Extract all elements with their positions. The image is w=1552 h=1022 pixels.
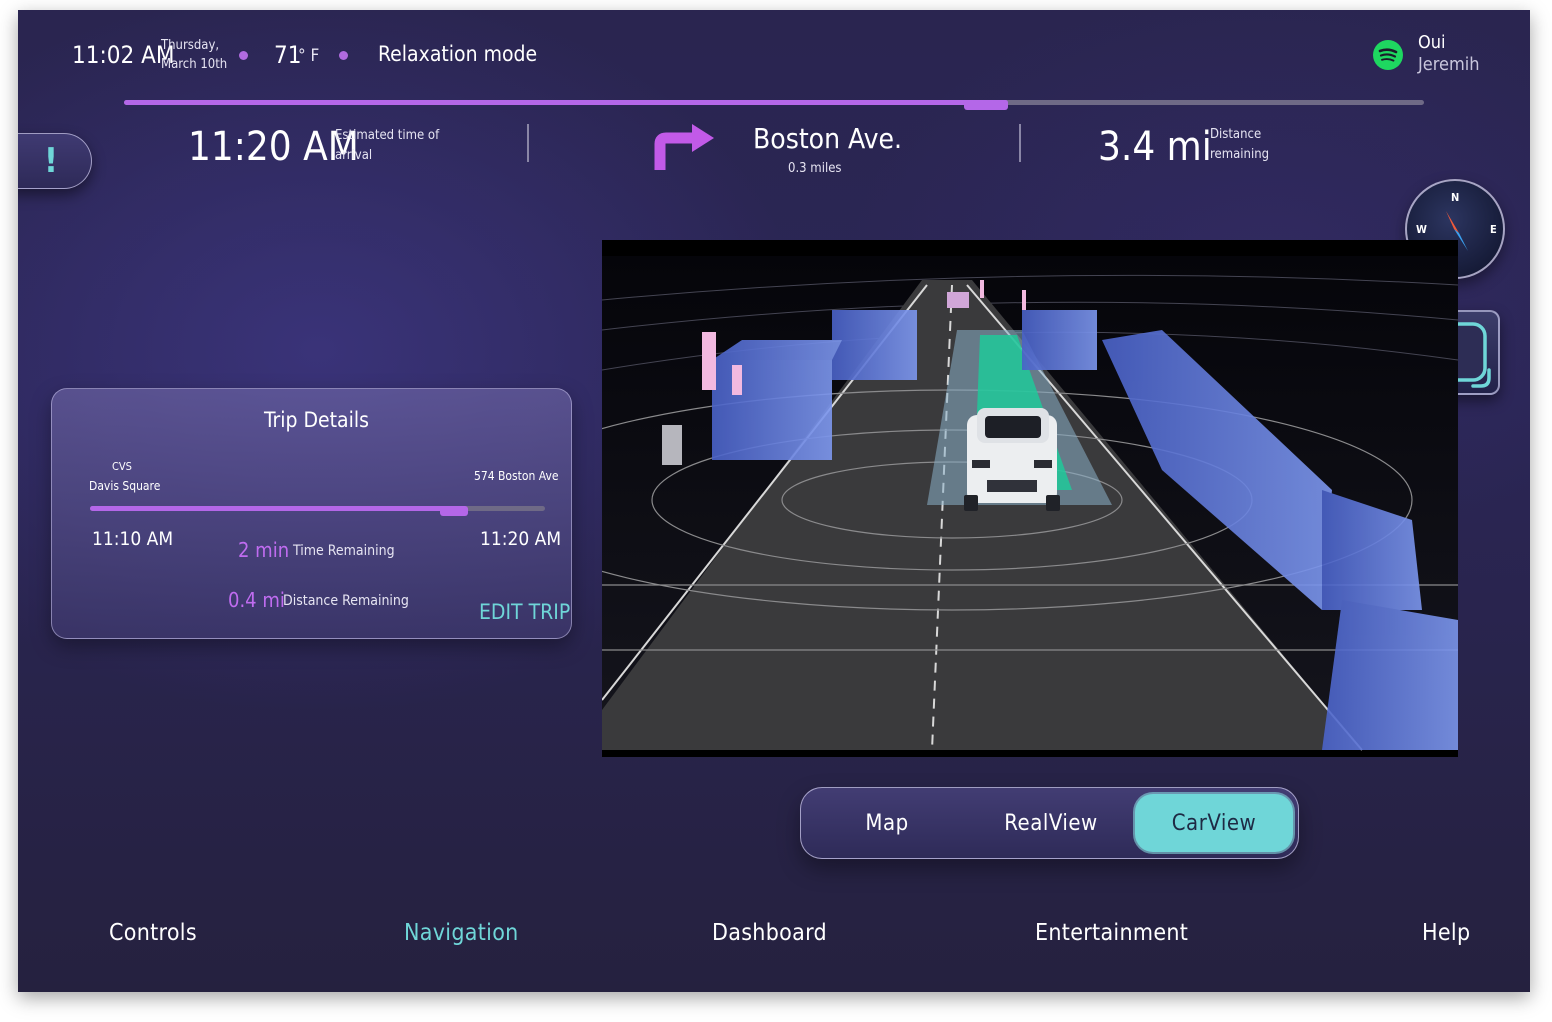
separator-dot (339, 51, 348, 60)
compass-east: E (1490, 223, 1497, 236)
temperature-unit: ° F (298, 46, 320, 66)
track-title[interactable]: Oui (1418, 34, 1446, 52)
trip-progress-knob[interactable] (440, 506, 468, 516)
carview-display[interactable] (602, 240, 1458, 757)
edit-trip-button[interactable]: EDIT TRIP (479, 602, 570, 623)
nav-dashboard[interactable]: Dashboard (712, 922, 827, 945)
nav-entertainment[interactable]: Entertainment (1035, 922, 1188, 945)
time-remaining-value: 2 min (238, 538, 290, 562)
track-artist[interactable]: Jeremih (1418, 56, 1480, 74)
route-progress-fill (124, 100, 1008, 105)
day-label: Thursday, (161, 38, 220, 53)
nav-navigation[interactable]: Navigation (404, 922, 519, 945)
compass-north: N (1451, 191, 1460, 204)
view-mode-carview[interactable]: CarView (1135, 794, 1293, 852)
remaining-distance: 3.4 mi (1098, 124, 1212, 170)
divider (527, 124, 529, 162)
route-progress-knob[interactable] (964, 100, 1008, 110)
alert-button[interactable]: ! (18, 133, 92, 189)
distance-remaining-label: Distance Remaining (283, 593, 409, 609)
nav-controls[interactable]: Controls (109, 922, 197, 945)
clock: 11:02 AM (72, 41, 175, 69)
next-street: Boston Ave. (753, 122, 903, 155)
view-mode-realview[interactable]: RealView (971, 794, 1131, 852)
drive-mode[interactable]: Relaxation mode (378, 44, 537, 65)
eta-time: 11:20 AM (188, 124, 359, 170)
infotainment-screen: 11:02 AM Thursday, March 10th 71 ° F Rel… (18, 10, 1530, 992)
turn-right-icon (654, 122, 714, 172)
compass-west: W (1416, 223, 1427, 236)
eta-label: arrival (335, 148, 373, 163)
time-remaining-label: Time Remaining (293, 543, 395, 559)
trip-origin: CVS (112, 460, 132, 473)
next-turn-distance: 0.3 miles (788, 161, 842, 176)
view-mode-map[interactable]: Map (807, 794, 967, 852)
alert-icon: ! (44, 141, 58, 181)
trip-end-time: 11:20 AM (480, 528, 562, 550)
eta-label: Estimated time of (335, 128, 440, 143)
divider (1019, 124, 1021, 162)
nav-help[interactable]: Help (1422, 922, 1470, 945)
view-mode-switcher: Map RealView CarView (800, 787, 1299, 859)
trip-start-time: 11:10 AM (92, 528, 174, 550)
distance-remaining-value: 0.4 mi (228, 588, 285, 612)
remaining-label: Distance (1210, 127, 1262, 142)
date-label: March 10th (161, 57, 228, 72)
trip-details-card: Trip Details CVS Davis Square 574 Boston… (51, 388, 572, 639)
trip-destination: 574 Boston Ave (474, 469, 559, 483)
trip-details-title: Trip Details (264, 408, 369, 432)
carview-scene (602, 240, 1458, 757)
trip-progress-fill (90, 506, 454, 511)
separator-dot (239, 51, 248, 60)
trip-origin: Davis Square (89, 479, 161, 493)
remaining-label: remaining (1210, 147, 1270, 162)
spotify-icon[interactable] (1373, 40, 1403, 70)
